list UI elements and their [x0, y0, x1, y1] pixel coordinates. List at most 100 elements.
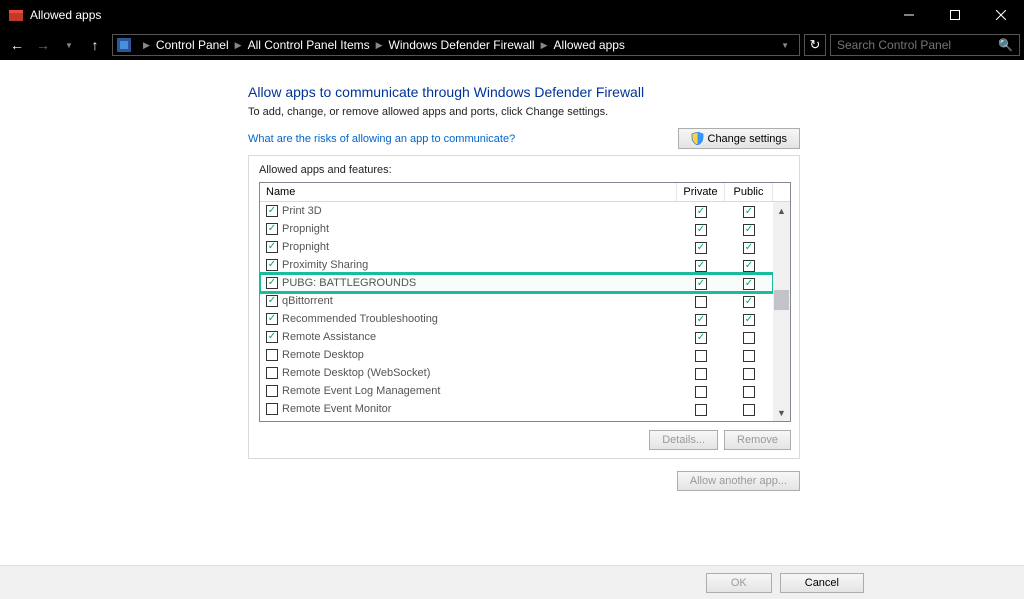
checkbox[interactable]: ✓ — [695, 386, 707, 398]
checkbox[interactable]: ✓ — [743, 332, 755, 344]
checkbox[interactable]: ✓ — [695, 242, 707, 254]
checkbox[interactable]: ✓ — [743, 260, 755, 272]
app-row[interactable]: ✓ Propnight ✓ ✓ — [260, 238, 773, 256]
checkbox[interactable]: ✓ — [266, 205, 278, 217]
column-public[interactable]: Public — [725, 183, 773, 201]
checkbox[interactable]: ✓ — [743, 206, 755, 218]
back-button[interactable]: ← — [4, 32, 30, 58]
breadcrumb-item[interactable]: All Control Panel Items — [248, 38, 370, 52]
app-icon — [8, 7, 24, 23]
checkbox[interactable]: ✓ — [266, 223, 278, 235]
checkbox[interactable]: ✓ — [266, 385, 278, 397]
client-area: Allow apps to communicate through Window… — [0, 60, 1024, 565]
up-button[interactable]: ↑ — [82, 32, 108, 58]
scroll-thumb[interactable] — [774, 290, 789, 310]
app-row[interactable]: ✓Remote Desktop✓✓ — [260, 346, 773, 364]
checkbox[interactable]: ✓ — [266, 313, 278, 325]
checkbox[interactable]: ✓ — [266, 331, 278, 343]
checkbox[interactable]: ✓ — [266, 403, 278, 415]
checkbox[interactable]: ✓ — [743, 224, 755, 236]
checkbox[interactable]: ✓ — [743, 368, 755, 380]
app-row[interactable]: ✓ Remote Assistance ✓ ✓ — [260, 328, 773, 346]
breadcrumb-item[interactable]: Allowed apps — [554, 38, 625, 52]
checkbox[interactable]: ✓ — [695, 260, 707, 272]
scroll-down-icon[interactable]: ▼ — [773, 404, 790, 421]
maximize-button[interactable] — [932, 0, 978, 30]
app-name: Print 3D — [282, 205, 322, 217]
app-row[interactable]: ✓PUBG: BATTLEGROUNDS✓✓ — [260, 274, 773, 292]
search-input[interactable] — [837, 38, 998, 52]
column-name[interactable]: Name — [260, 183, 677, 201]
search-box[interactable]: 🔍 — [830, 34, 1020, 56]
list-header: Name Private Public — [260, 183, 790, 202]
app-name: Recommended Troubleshooting — [282, 313, 438, 325]
apps-list: Name Private Public ✓ Print 3D ✓ ✓ ✓ Propnigh… — [259, 182, 791, 422]
app-name: Propnight — [282, 241, 329, 253]
app-name: qBittorrent — [282, 295, 333, 307]
app-row[interactable]: ✓Propnight✓✓ — [260, 220, 773, 238]
breadcrumb-item[interactable]: Windows Defender Firewall — [389, 38, 535, 52]
details-button[interactable]: Details... — [649, 430, 718, 450]
change-settings-label: Change settings — [708, 133, 788, 145]
control-panel-icon — [117, 38, 131, 52]
checkbox[interactable]: ✓ — [695, 350, 707, 362]
checkbox[interactable]: ✓ — [743, 242, 755, 254]
navbar: ← → ▼ ↑ ▶ Control Panel ▶ All Control Pa… — [0, 30, 1024, 60]
scroll-up-icon[interactable]: ▲ — [773, 202, 790, 219]
window-title: Allowed apps — [30, 8, 101, 22]
cancel-button[interactable]: Cancel — [780, 573, 864, 593]
checkbox[interactable]: ✓ — [743, 350, 755, 362]
refresh-button[interactable]: ↻ — [804, 34, 826, 56]
checkbox[interactable]: ✓ — [266, 295, 278, 307]
page-heading: Allow apps to communicate through Window… — [248, 84, 800, 100]
address-bar[interactable]: ▶ Control Panel ▶ All Control Panel Item… — [112, 34, 800, 56]
close-button[interactable] — [978, 0, 1024, 30]
address-dropdown-icon[interactable]: ▼ — [775, 41, 795, 50]
app-name: Remote Event Monitor — [282, 403, 391, 415]
checkbox[interactable]: ✓ — [695, 278, 707, 290]
app-row[interactable]: ✓ qBittorrent ✓ ✓ — [260, 292, 773, 310]
change-settings-button[interactable]: Change settings — [678, 128, 801, 149]
remove-button[interactable]: Remove — [724, 430, 791, 450]
checkbox[interactable]: ✓ — [695, 368, 707, 380]
recent-button[interactable]: ▼ — [56, 32, 82, 58]
search-icon: 🔍 — [998, 38, 1013, 52]
app-row[interactable]: ✓ Remote Event Monitor ✓ ✓ — [260, 400, 773, 418]
checkbox[interactable]: ✓ — [695, 296, 707, 308]
allowed-apps-panel: Allowed apps and features: Name Private … — [248, 155, 800, 459]
breadcrumb-item[interactable]: Control Panel — [156, 38, 229, 52]
ok-button[interactable]: OK — [706, 573, 772, 593]
checkbox[interactable]: ✓ — [266, 241, 278, 253]
chevron-right-icon: ▶ — [235, 40, 242, 51]
checkbox[interactable]: ✓ — [695, 224, 707, 236]
checkbox[interactable]: ✓ — [743, 278, 755, 290]
app-row[interactable]: ✓Proximity Sharing✓✓ — [260, 256, 773, 274]
checkbox[interactable]: ✓ — [695, 206, 707, 218]
app-row[interactable]: ✓ Remote Event Log Management ✓ ✓ — [260, 382, 773, 400]
checkbox[interactable]: ✓ — [743, 296, 755, 308]
chevron-right-icon: ▶ — [143, 40, 150, 51]
checkbox[interactable]: ✓ — [695, 314, 707, 326]
app-row[interactable]: ✓Remote Desktop (WebSocket)✓✓ — [260, 364, 773, 382]
column-private[interactable]: Private — [677, 183, 725, 201]
app-row[interactable]: ✓ Print 3D ✓ ✓ — [260, 202, 773, 220]
checkbox[interactable]: ✓ — [743, 314, 755, 326]
app-name: Remote Event Log Management — [282, 385, 440, 397]
checkbox[interactable]: ✓ — [266, 259, 278, 271]
checkbox[interactable]: ✓ — [266, 349, 278, 361]
checkbox[interactable]: ✓ — [695, 404, 707, 416]
allow-another-app-button[interactable]: Allow another app... — [677, 471, 800, 491]
scrollbar[interactable]: ▲ ▼ — [773, 202, 790, 421]
app-name: Remote Assistance — [282, 331, 376, 343]
forward-button[interactable]: → — [30, 32, 56, 58]
minimize-button[interactable] — [886, 0, 932, 30]
checkbox[interactable]: ✓ — [266, 367, 278, 379]
risks-link[interactable]: What are the risks of allowing an app to… — [248, 133, 515, 145]
shield-icon — [691, 132, 704, 145]
checkbox[interactable]: ✓ — [266, 277, 278, 289]
checkbox[interactable]: ✓ — [743, 386, 755, 398]
checkbox[interactable]: ✓ — [743, 404, 755, 416]
app-row[interactable]: ✓ Recommended Troubleshooting ✓ ✓ — [260, 310, 773, 328]
titlebar: Allowed apps — [0, 0, 1024, 30]
checkbox[interactable]: ✓ — [695, 332, 707, 344]
